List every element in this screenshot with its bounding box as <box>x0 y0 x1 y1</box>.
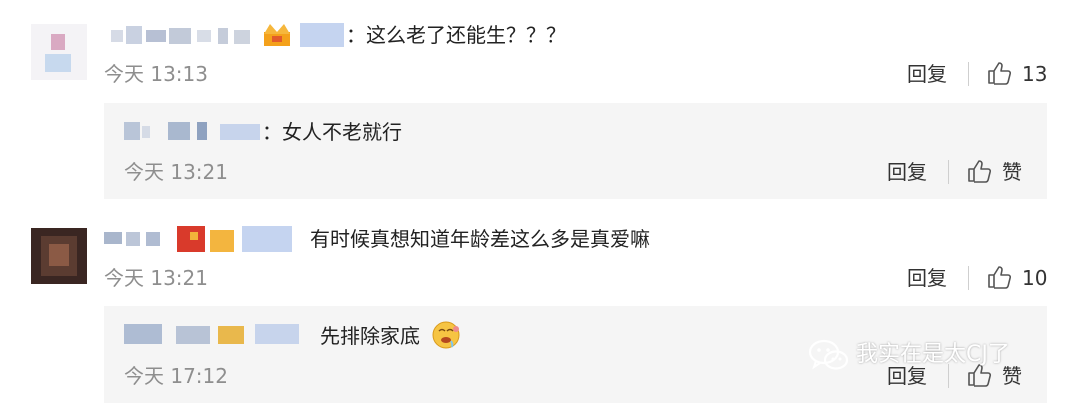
comment-time: 今天 13:13 <box>104 62 208 86</box>
comment-time: 今天 13:21 <box>104 266 208 290</box>
comment-text: ：这么老了还能生？？？ <box>346 23 566 47</box>
thumbs-up-icon[interactable] <box>986 60 1012 86</box>
drooling-emoji-icon <box>432 321 460 349</box>
like-count[interactable]: 10 <box>1022 266 1047 290</box>
thumbs-up-icon[interactable] <box>986 264 1012 290</box>
like-button[interactable]: 赞 <box>1002 160 1022 184</box>
reply-time: 今天 13:21 <box>124 160 228 184</box>
watermark-text: 我实在是太CJ了 <box>856 342 1010 367</box>
wechat-logo-icon <box>808 339 849 370</box>
divider <box>968 62 969 86</box>
reply-button[interactable]: 回复 <box>887 160 927 184</box>
reply-text: ：女人不老就行 <box>262 120 402 144</box>
divider <box>948 160 949 184</box>
reply-button[interactable]: 回复 <box>907 62 947 86</box>
level-badge <box>242 226 292 252</box>
level-badge <box>300 23 344 47</box>
comment-text: 有时候真想知道年龄差这么多是真爱嘛 <box>310 227 650 251</box>
like-count[interactable]: 13 <box>1022 62 1047 86</box>
divider <box>968 266 969 290</box>
badge-red-detail <box>190 232 198 240</box>
avatar[interactable] <box>31 24 87 80</box>
avatar[interactable] <box>31 228 87 284</box>
crown-badge-icon <box>210 230 234 252</box>
reply-time: 今天 17:12 <box>124 364 228 388</box>
reply-button[interactable]: 回复 <box>907 266 947 290</box>
crown-badge-icon <box>264 24 290 46</box>
reply-box <box>104 103 1047 199</box>
thumbs-up-icon[interactable] <box>966 158 992 184</box>
reply-text: 先排除家底 <box>320 324 420 348</box>
